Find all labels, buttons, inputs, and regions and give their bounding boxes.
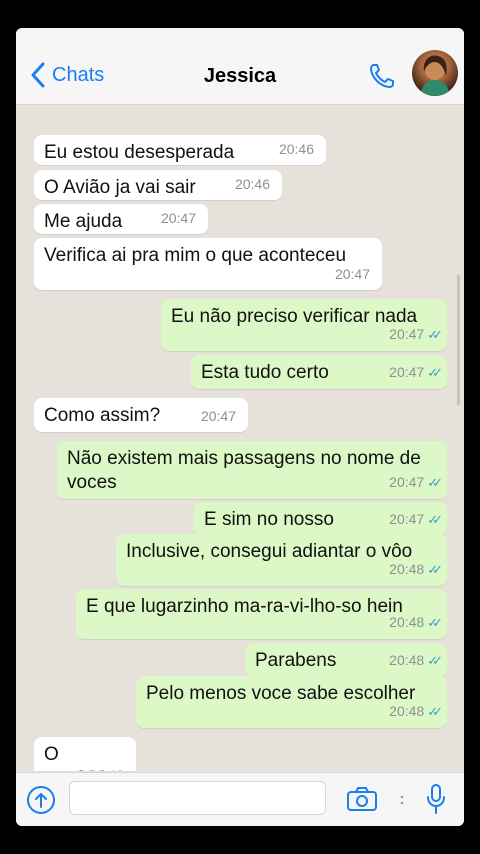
message-time: 20:48 ✓✓ xyxy=(389,561,443,577)
upload-icon[interactable] xyxy=(26,785,56,815)
contact-name[interactable]: Jessica xyxy=(16,65,464,88)
read-ticks-icon: ✓✓ xyxy=(427,365,443,380)
message-text: Esta tudo certo xyxy=(201,362,329,383)
message-list[interactable]: Eu estou desesperada 20:46 O Avião ja va… xyxy=(16,105,464,771)
message-incoming: Como assim? 20:47 xyxy=(34,398,248,432)
message-time: 20:47 ✓✓ xyxy=(389,474,443,490)
composer-bar xyxy=(16,772,464,826)
message-time: 20:47 xyxy=(334,266,370,282)
message-incoming: O Avião ja vai sair 20:46 xyxy=(34,170,282,200)
message-incoming: O que??? 20:48 xyxy=(34,737,136,771)
message-outgoing: E que lugarzinho ma-ra-vi-lho-so hein 20… xyxy=(76,589,447,639)
message-time: 20:47 ✓✓ xyxy=(389,511,443,527)
chat-screen: Chats Jessica Eu estou desesperada 20:46… xyxy=(16,28,464,826)
message-text: Como assim? xyxy=(44,405,161,426)
message-text: Verifica ai pra mim o que aconteceu xyxy=(44,245,347,266)
message-incoming: Me ajuda 20:47 xyxy=(34,204,208,234)
camera-icon[interactable] xyxy=(346,786,378,812)
message-time: 20:48 xyxy=(89,763,124,771)
message-text: Pelo menos voce sabe escolher xyxy=(146,683,416,704)
message-time: 20:47 xyxy=(200,408,236,424)
message-text: Parabens xyxy=(255,650,337,671)
read-ticks-icon: ✓✓ xyxy=(427,475,443,490)
message-outgoing: Esta tudo certo 20:47 ✓✓ xyxy=(191,355,447,389)
read-ticks-icon: ✓✓ xyxy=(427,653,443,668)
message-time: 20:47 ✓✓ xyxy=(389,326,443,342)
message-time: 20:46 xyxy=(234,176,270,192)
message-incoming: Eu estou desesperada 20:46 xyxy=(34,135,326,165)
phone-call-icon[interactable] xyxy=(368,62,396,90)
message-text: Inclusive, consegui adiantar o vôo xyxy=(126,541,413,562)
message-text: Eu estou desesperada xyxy=(44,142,235,163)
message-outgoing: Eu não preciso verificar nada 20:47 ✓✓ xyxy=(161,299,447,351)
message-time: 20:47 ✓✓ xyxy=(389,364,443,380)
message-time: 20:48 ✓✓ xyxy=(389,652,443,668)
message-text: E que lugarzinho ma-ra-vi-lho-so hein xyxy=(86,596,403,617)
message-text: Não existem mais passagens no nome de vo… xyxy=(67,448,421,493)
contact-avatar[interactable] xyxy=(412,50,458,96)
divider-dots xyxy=(400,795,404,805)
message-time: 20:47 xyxy=(160,210,196,226)
chat-header: Chats Jessica xyxy=(16,28,464,105)
read-ticks-icon: ✓✓ xyxy=(427,704,443,719)
message-outgoing: Parabens 20:48 ✓✓ xyxy=(245,643,447,677)
microphone-icon[interactable] xyxy=(426,783,446,815)
message-time: 20:46 xyxy=(278,141,314,157)
message-outgoing: Pelo menos voce sabe escolher 20:48 ✓✓ xyxy=(136,676,447,728)
message-input[interactable] xyxy=(69,781,326,815)
message-text: Me ajuda xyxy=(44,211,123,232)
message-text: E sim no nosso xyxy=(204,509,334,530)
read-ticks-icon: ✓✓ xyxy=(427,327,443,342)
scrollbar[interactable] xyxy=(457,275,460,405)
message-outgoing: Inclusive, consegui adiantar o vôo 20:48… xyxy=(116,534,447,586)
message-time: 20:48 ✓✓ xyxy=(389,703,443,719)
message-time: 20:48 ✓✓ xyxy=(389,614,443,630)
read-ticks-icon: ✓✓ xyxy=(427,615,443,630)
read-ticks-icon: ✓✓ xyxy=(427,562,443,577)
message-incoming: Verifica ai pra mim o que aconteceu 20:4… xyxy=(34,238,382,290)
message-text: O Avião ja vai sair xyxy=(44,177,196,198)
message-outgoing: Não existem mais passagens no nome de vo… xyxy=(57,441,447,499)
read-ticks-icon: ✓✓ xyxy=(427,512,443,527)
message-outgoing: E sim no nosso 20:47 ✓✓ xyxy=(194,502,447,536)
message-text: Eu não preciso verificar nada xyxy=(171,306,418,327)
